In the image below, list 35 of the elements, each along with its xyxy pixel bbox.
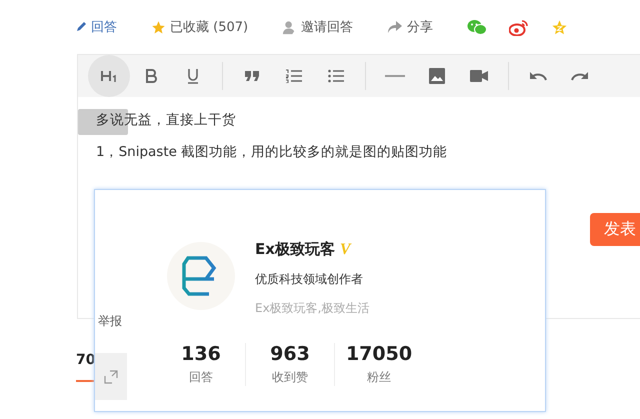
bold-icon: [145, 69, 157, 83]
heading-icon: [100, 69, 118, 83]
redo-icon: [571, 71, 589, 81]
quote-icon: [245, 71, 259, 81]
image-icon: [429, 68, 445, 84]
answer-link[interactable]: 回答: [75, 18, 117, 36]
numbered-list-icon: [286, 69, 302, 83]
stat-value: 136: [181, 343, 221, 365]
author-motto: Ex极致玩客,极致生活: [255, 300, 370, 317]
invite-answer-button[interactable]: 邀请回答: [282, 18, 354, 36]
weibo-icon[interactable]: [509, 18, 530, 36]
undo-icon: [529, 71, 547, 81]
star-icon: [151, 20, 166, 34]
author-title: 优质科技领域创作者: [255, 271, 364, 288]
favorite-button[interactable]: 已收藏 (507): [151, 18, 248, 36]
verified-mark: V: [340, 240, 351, 258]
report-link[interactable]: 举报: [98, 313, 122, 330]
bullet-list-icon: [328, 69, 344, 83]
horizontal-line-icon: [385, 75, 405, 77]
stat-value: 963: [270, 343, 310, 365]
share-button[interactable]: 分享: [387, 18, 434, 36]
stat-value: 17050: [346, 343, 412, 365]
pencil-icon: [75, 21, 87, 33]
video-camera-icon: [470, 70, 488, 82]
expand-icon: [104, 370, 118, 384]
paragraph: 1，Snipaste 截图功能，用的比较多的就是图的贴图功能: [96, 143, 448, 161]
star-icon[interactable]: [551, 18, 568, 36]
underline-icon: [187, 68, 199, 84]
h1-button[interactable]: [88, 55, 130, 97]
stat-label: 收到赞: [272, 369, 308, 386]
stat-label: 粉丝: [367, 369, 391, 386]
share-arrow-icon: [387, 20, 404, 34]
author-name[interactable]: Ex极致玩客: [255, 240, 335, 259]
stat-label: 回答: [189, 369, 213, 386]
paragraph: 多说无益，直接上干货: [96, 111, 237, 129]
